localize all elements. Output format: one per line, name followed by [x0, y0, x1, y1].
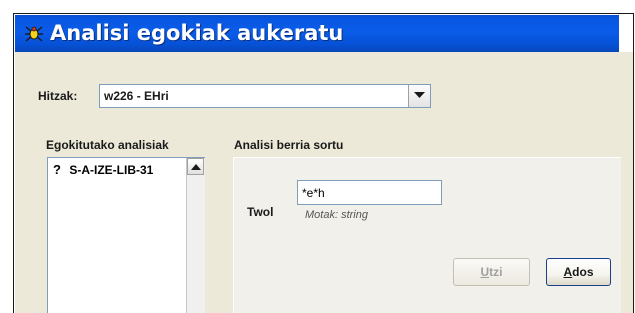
twol-input[interactable] [297, 180, 442, 205]
hitzak-dropdown-button[interactable] [408, 85, 430, 107]
egokitutako-label: Egokitutako analisiak [46, 138, 169, 152]
dialog-title: Analisi egokiak aukeratu [50, 21, 344, 45]
utzi-mnemonic: U [480, 265, 490, 279]
hitzak-selected-value: w226 - EHri [104, 89, 169, 103]
ados-label: dos [572, 265, 594, 279]
vertical-scrollbar[interactable] [186, 158, 205, 313]
hitzak-combobox[interactable]: w226 - EHri [99, 84, 431, 108]
list-item[interactable]: ? S-A-IZE-LIB-31 [53, 162, 153, 177]
chevron-down-icon [414, 92, 425, 98]
hitzak-label: Hitzak: [38, 89, 78, 103]
analisi-berria-label: Analisi berria sortu [234, 138, 344, 152]
motak-hint: Motak: string [305, 209, 368, 221]
question-mark-icon: ? [53, 162, 61, 177]
twol-label: Twol [247, 205, 274, 219]
scroll-up-button[interactable] [187, 158, 204, 175]
ados-mnemonic: A [563, 265, 573, 279]
utzi-label: tzi [489, 265, 503, 279]
ados-button[interactable]: Ados [546, 258, 611, 286]
bug-icon [25, 26, 43, 42]
screen: Analisi egokiak aukeratu Hitzak: w226 - … [0, 0, 635, 313]
utzi-button[interactable]: Utzi [453, 258, 530, 286]
list-item-label: S-A-IZE-LIB-31 [69, 163, 154, 177]
egokitutako-list[interactable]: ? S-A-IZE-LIB-31 [47, 157, 205, 313]
chevron-up-icon [191, 164, 201, 170]
title-bar[interactable]: Analisi egokiak aukeratu [15, 15, 619, 52]
